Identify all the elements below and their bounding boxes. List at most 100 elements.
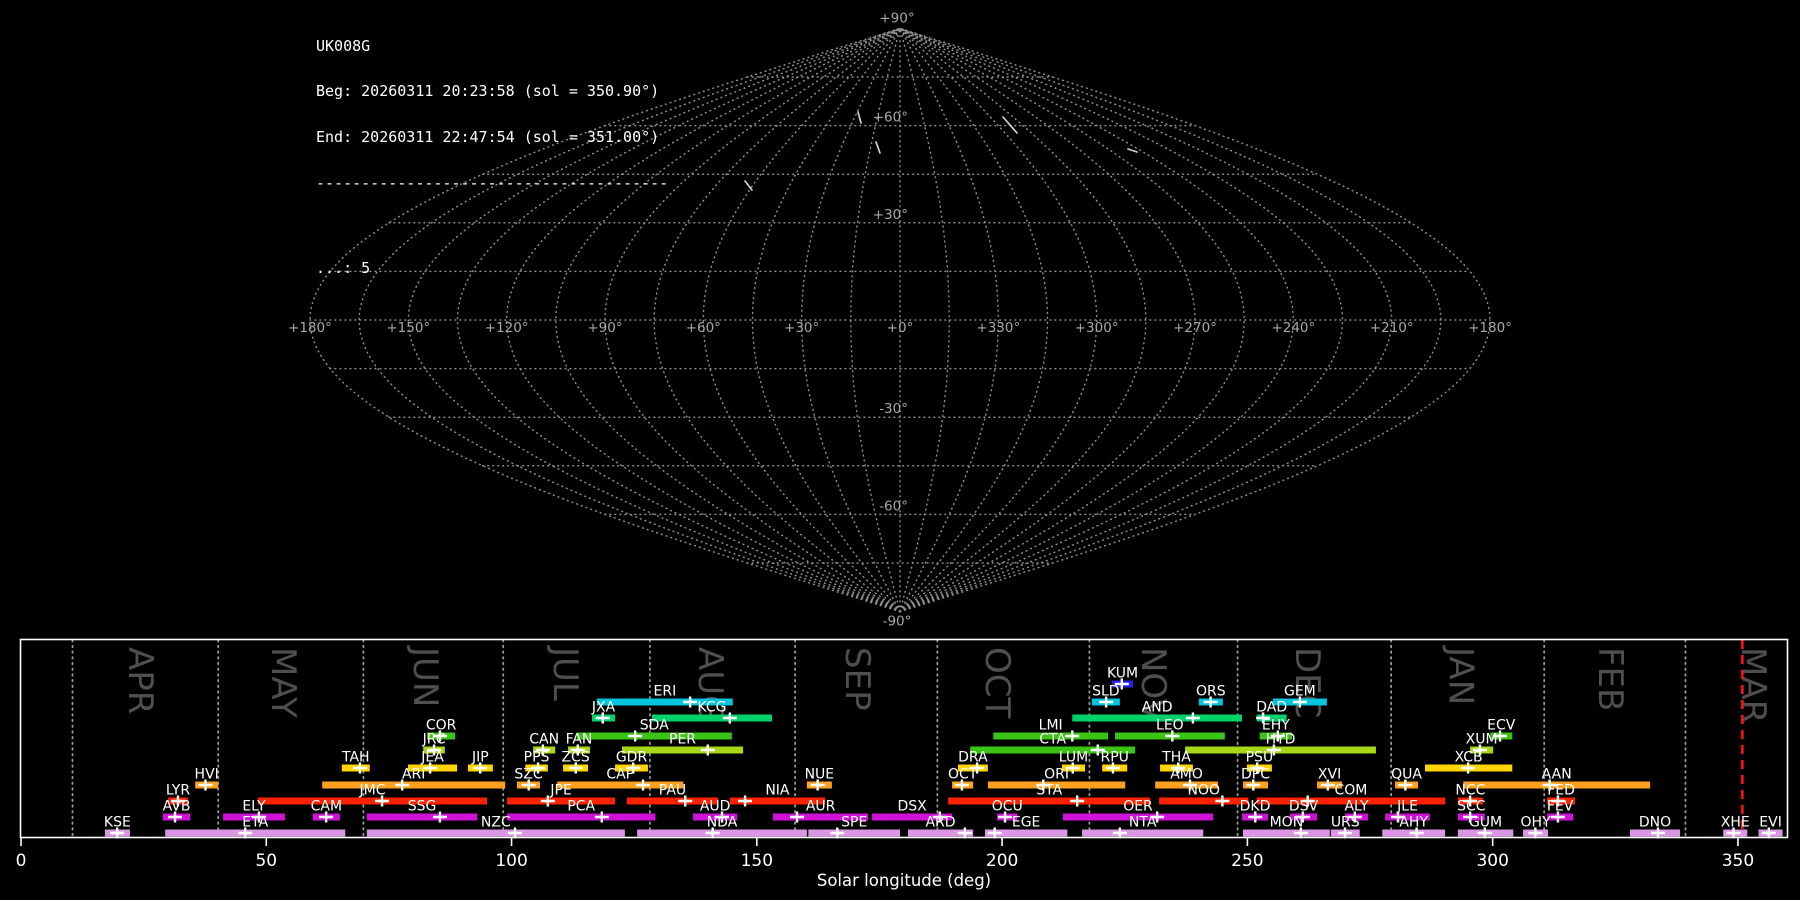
x-tick-label-300: 300 [1476, 851, 1508, 871]
shower-label-AND: AND [1142, 700, 1173, 716]
shower-label-QUA: QUA [1391, 767, 1422, 783]
x-axis-title: Solar longitude (deg) [817, 871, 991, 890]
separator-line: --------------------------------------- [316, 174, 669, 193]
shower-label-SDA: SDA [640, 718, 669, 734]
shower-label-OER: OER [1123, 799, 1153, 815]
meteor-trail-2 [857, 111, 862, 124]
x-tick-label-200: 200 [986, 851, 1018, 871]
sky-lon-label--90: +90° [587, 320, 622, 336]
shower-label-HYD: HYD [1266, 732, 1296, 748]
shower-bar-NDA [637, 829, 807, 837]
shower-label-ALY: ALY [1344, 799, 1369, 815]
shower-label-NIA: NIA [765, 783, 790, 799]
shower-label-SPE: SPE [841, 815, 867, 831]
shower-bar-ETA [165, 829, 346, 837]
shower-label-DAD: DAD [1256, 700, 1287, 716]
month-label-FEB: FEB [1590, 647, 1630, 711]
shower-peak-STA [1070, 795, 1085, 807]
month-label-JAN: JAN [1440, 645, 1480, 705]
shower-bar-NZC [366, 829, 625, 837]
shower-label-NZC: NZC [481, 815, 511, 831]
sky-lat-label-60: +60° [873, 110, 908, 126]
shower-label-ERI: ERI [654, 684, 677, 700]
shower-label-CAN: CAN [529, 732, 559, 748]
shower-bar-NTA [1082, 829, 1204, 837]
shower-label-DSX: DSX [897, 799, 927, 815]
x-tick-label-50: 50 [255, 851, 277, 871]
x-axis: 0 50 100 150 200 250 300 350 Solar longitude (de… [16, 838, 1754, 890]
shower-label-EGE: EGE [1012, 815, 1041, 831]
shower-label-PER: PER [669, 732, 696, 748]
shower-label-AUD: AUD [700, 799, 731, 815]
shower-label-LEO: LEO [1156, 718, 1184, 734]
shower-label-DRA: DRA [958, 750, 988, 766]
shower-label-JEA: JEA [420, 750, 444, 766]
begin-time-line: Beg: 20260311 20:23:58 (sol = 350.90°) [316, 82, 660, 101]
shower-label-JLE: JLE [1396, 799, 1418, 815]
shower-label-NUE: NUE [805, 767, 835, 783]
shower-label-COM: COM [1334, 783, 1367, 799]
meteor-trail-4 [1127, 148, 1138, 153]
shower-label-AUR: AUR [806, 799, 836, 815]
shower-label-CTA: CTA [1039, 732, 1066, 748]
shower-bar-SDA [576, 732, 732, 740]
x-tick-label-0: 0 [16, 851, 27, 871]
shower-label-PAU: PAU [659, 783, 686, 799]
x-tick-label-100: 100 [495, 851, 527, 871]
sky-lon-label--60: +60° [686, 320, 721, 336]
shower-label-THA: THA [1161, 750, 1191, 766]
meteor-count-line: ...: 5 [316, 258, 371, 277]
shower-label-HVI: HVI [195, 767, 219, 783]
shower-peak-AUR [790, 811, 805, 823]
shower-label-ARI: ARI [402, 767, 425, 783]
shower-peak-LMI [1065, 730, 1080, 742]
sky-lat-label--30: -30° [879, 401, 908, 417]
month-label-MAY: MAY [263, 647, 303, 718]
shower-label-XHE: XHE [1721, 815, 1750, 831]
month-label-SEP: SEP [837, 647, 877, 711]
sky-lon-label-90: +270° [1173, 320, 1217, 336]
meteor-trail-3 [875, 141, 881, 154]
shower-bar-STA [948, 797, 1151, 805]
shower-bar-JPE [507, 797, 616, 805]
sky-lon-label-60: +300° [1075, 320, 1119, 336]
x-tick-label-250: 250 [1231, 851, 1263, 871]
shower-bar-PCA [507, 813, 656, 821]
sky-lon-label--120: +120° [485, 320, 529, 336]
station-id: UK008G [316, 36, 371, 55]
shower-label-RPU: RPU [1100, 750, 1128, 766]
info-header: UK008G Beg: 20260311 20:23:58 (sol = 350… [316, 8, 668, 291]
shower-label-GDR: GDR [616, 750, 648, 766]
shower-label-JPE: JPE [549, 783, 571, 799]
shower-label-ORI: ORI [1044, 767, 1069, 783]
sky-lon-label-120: +240° [1271, 320, 1315, 336]
shower-peak-CAP [636, 779, 651, 791]
shower-labels: KUMERI SLD ORS GEMJXA KCG AND DADCOR SDA LMI LEO E… [104, 666, 1782, 831]
sky-lon-label-180: +180° [1468, 320, 1512, 336]
shower-label-TAH: TAH [341, 750, 370, 766]
shower-peak-AND [1185, 712, 1200, 724]
shower-label-KCG: KCG [697, 700, 726, 716]
sky-lon-label-150: +210° [1370, 320, 1414, 336]
shower-label-FAN: FAN [566, 732, 593, 748]
shower-bar-JMC [257, 797, 488, 805]
sky-lon-label--180: +180° [288, 320, 332, 336]
shower-label-SSG: SSG [408, 799, 437, 815]
shower-peak-PER [700, 744, 715, 756]
shower-bar-ARI [322, 781, 506, 789]
shower-label-EVI: EVI [1759, 815, 1782, 831]
sky-lon-label-30: +330° [976, 320, 1020, 336]
plot-canvas: +90° -90° +60° +30° -30° -60° +180° +150° +120° +… [16, 10, 1789, 890]
x-tick-label-150: 150 [741, 851, 773, 871]
sky-pole-bottom-label: -90° [883, 614, 912, 630]
shower-bar-NOO [1159, 797, 1249, 805]
shower-label-PSU: PSU [1246, 750, 1274, 766]
sky-lat-label--60: -60° [879, 498, 908, 514]
shower-peak-PCA [594, 811, 609, 823]
shower-label-PPS: PPS [524, 750, 550, 766]
month-label-MAR: MAR [1733, 647, 1773, 723]
sky-pole-top-label: +90° [879, 10, 914, 26]
shower-peak-NIA [738, 795, 753, 807]
meteor-trail-5 [744, 180, 753, 191]
month-label-JUN: JUN [405, 645, 445, 707]
